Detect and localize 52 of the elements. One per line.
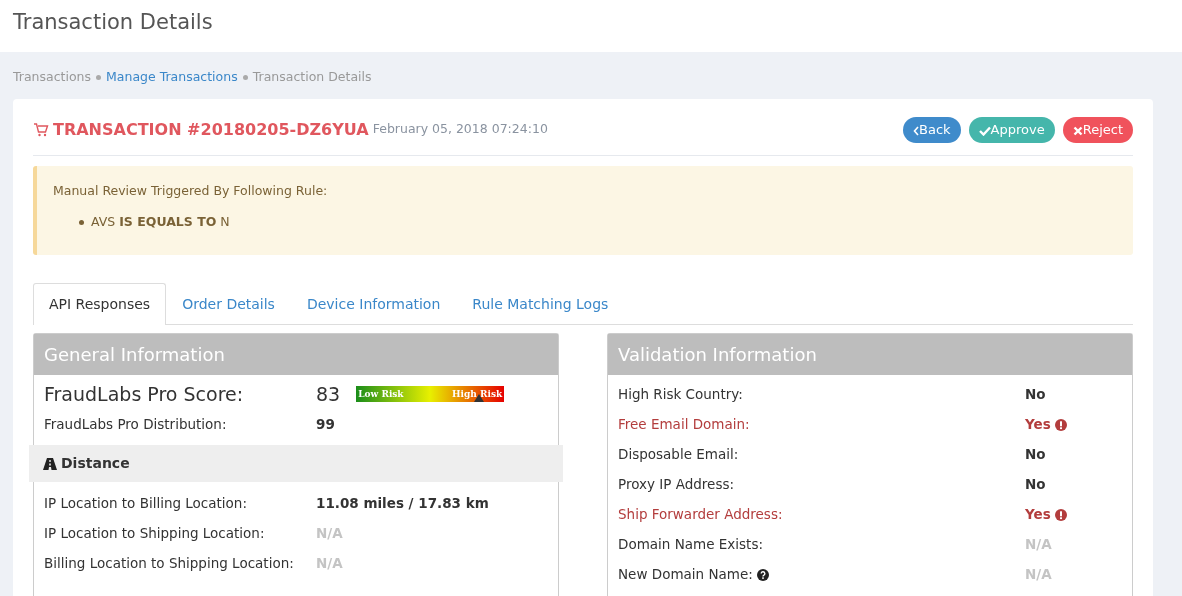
chevron-left-icon: [913, 125, 919, 136]
breadcrumb-item: Transaction Details: [252, 69, 372, 84]
field-value: Yes: [1025, 499, 1068, 530]
tab[interactable]: Rule Matching Logs: [456, 283, 625, 326]
field-label: Proxy IP Address:: [618, 476, 734, 493]
panel-title: Validation Information: [608, 334, 1132, 376]
alert-rule: AVS IS EQUALS TO N: [91, 213, 230, 229]
alert-heading: Manual Review Triggered By Following Rule:: [53, 181, 329, 200]
field-value: N/A: [1025, 535, 1052, 555]
exclamation-circle-icon: [1055, 419, 1068, 432]
reject-button[interactable]: Reject: [1062, 116, 1133, 143]
field-value: 99: [316, 415, 335, 435]
field-value: 11.08 miles / 17.83 km: [316, 494, 489, 514]
field-label: New Domain Name:: [618, 566, 753, 583]
field-label: Billing Location to Shipping Location:: [44, 555, 294, 572]
breadcrumb-link[interactable]: Manage Transactions: [106, 69, 238, 84]
back-button[interactable]: Back: [903, 116, 961, 143]
field-value: No: [1025, 385, 1046, 405]
field-label: Disposable Email:: [618, 446, 739, 463]
section-title: Distance: [61, 455, 130, 472]
field-label: FraudLabs Pro Distribution:: [44, 416, 227, 433]
breadcrumb-item: Transactions: [13, 69, 92, 84]
approve-button[interactable]: Approve: [968, 116, 1055, 143]
page-title: Transaction Details: [13, 9, 214, 36]
tab[interactable]: Order Details: [166, 283, 291, 326]
transaction-date: February 05, 2018 07:24:10: [372, 120, 548, 139]
transaction-title: TRANSACTION #20180205-DZ6YUA: [53, 118, 369, 141]
bullet-icon: [79, 219, 84, 225]
tab[interactable]: Device Information: [290, 283, 457, 326]
field-label: High Risk Country:: [618, 386, 743, 403]
field-value: No: [1025, 445, 1046, 465]
field-value: N/A: [316, 524, 343, 544]
field-label: Free Email Domain:: [618, 416, 750, 433]
tab[interactable]: API Responses: [33, 283, 167, 326]
meter-label: High Risk: [452, 388, 503, 402]
exclamation-circle-icon: [1055, 509, 1068, 522]
field-label: Domain Name Exists:: [618, 536, 763, 553]
field-value: N/A: [1025, 565, 1052, 585]
score-label: FraudLabs Pro Score:: [44, 382, 245, 408]
close-icon: [1072, 125, 1083, 136]
field-label: IP Location to Billing Location:: [44, 495, 247, 512]
score-value: 83: [316, 382, 341, 408]
field-value: Yes: [1025, 409, 1068, 440]
check-icon: [978, 125, 991, 136]
road-icon: [43, 458, 57, 471]
field-value: N/A: [316, 554, 343, 574]
field-label: Ship Forwarder Address:: [618, 506, 783, 523]
cart-icon: [33, 122, 49, 137]
field-label: IP Location to Shipping Location:: [44, 525, 265, 542]
meter-label: Low Risk: [358, 388, 404, 402]
field-value: No: [1025, 475, 1046, 495]
panel-title: General Information: [34, 334, 558, 376]
